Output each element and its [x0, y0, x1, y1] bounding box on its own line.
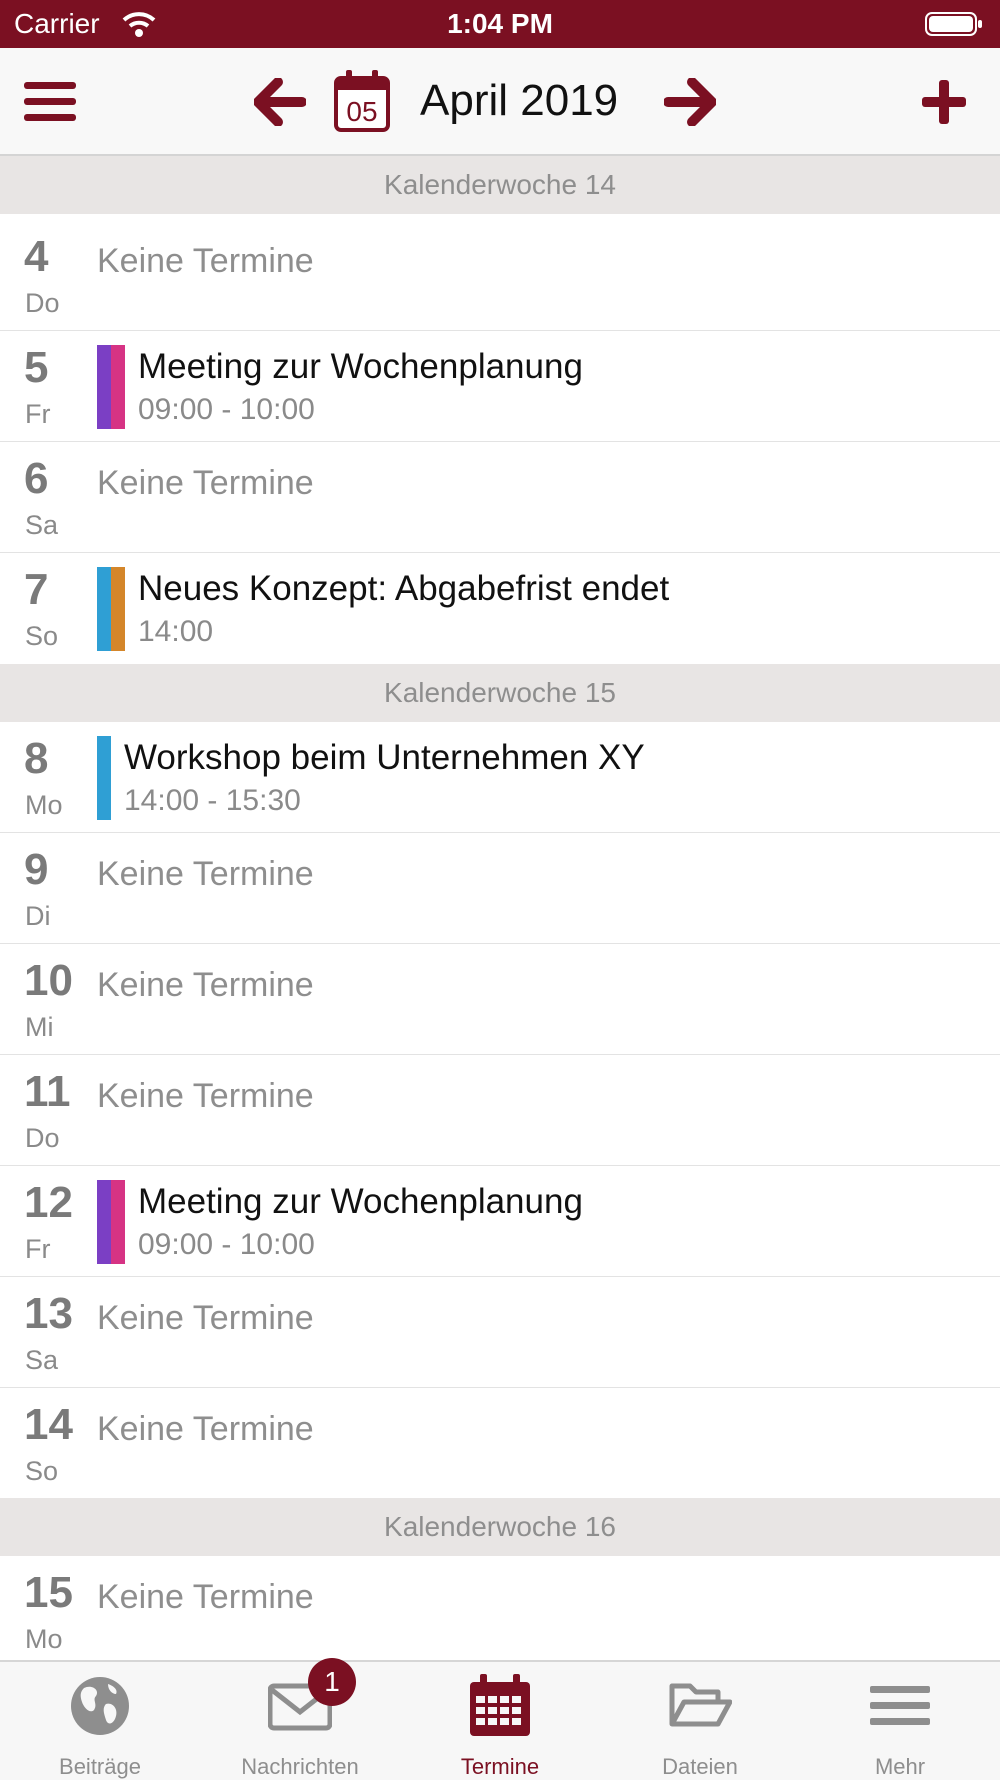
calendar-day-number: 05	[346, 96, 378, 127]
hamburger-menu-icon[interactable]	[24, 80, 76, 124]
category-color-purple	[97, 345, 111, 429]
day-row[interactable]: 12 Fr Meeting zur Wochenplanung 09:00 - …	[0, 1166, 1000, 1277]
status-time: 1:04 PM	[447, 8, 553, 39]
day-number: 12	[24, 1178, 73, 1227]
calendar-icon	[470, 1674, 530, 1736]
event-category-bars	[97, 567, 125, 651]
event-category-bars	[97, 1180, 125, 1264]
event-time: 09:00 - 10:00	[138, 393, 315, 426]
tab-bar: Beiträge 1 Nachrichten Termine Dateien M…	[0, 1658, 1000, 1780]
day-weekday: Fr	[25, 399, 51, 429]
day-row[interactable]: 6 Sa Keine Termine	[0, 442, 1000, 553]
day-weekday: Do	[25, 288, 60, 318]
event-time: 14:00 - 15:30	[124, 784, 301, 817]
day-row[interactable]: 15 Mo Keine Termine	[0, 1556, 1000, 1666]
day-number: 6	[24, 454, 49, 503]
day-number: 11	[24, 1067, 71, 1116]
tab-termine[interactable]: Termine	[400, 1662, 600, 1780]
menu-icon	[870, 1686, 930, 1725]
day-number: 15	[24, 1568, 73, 1617]
day-weekday: Do	[25, 1123, 60, 1153]
status-bar: Carrier 1:04 PM	[0, 0, 1000, 48]
day-weekday: Sa	[25, 510, 59, 540]
today-calendar-button[interactable]: 05	[334, 70, 390, 132]
folder-icon	[669, 1683, 732, 1727]
tab-label: Dateien	[662, 1754, 738, 1779]
day-row[interactable]: 8 Mo Workshop beim Unternehmen XY 14:00 …	[0, 722, 1000, 833]
event-title[interactable]: Workshop beim Unternehmen XY	[124, 738, 645, 778]
day-row[interactable]: 10 Mi Keine Termine	[0, 944, 1000, 1055]
week-header: Kalenderwoche 16	[0, 1498, 1000, 1556]
day-number: 9	[24, 845, 49, 894]
no-events-label: Keine Termine	[97, 1578, 314, 1616]
globe-icon	[71, 1677, 129, 1735]
day-row[interactable]: 14 So Keine Termine	[0, 1388, 1000, 1498]
no-events-label: Keine Termine	[97, 966, 314, 1004]
tab-label: Nachrichten	[241, 1754, 359, 1779]
next-month-arrow-icon[interactable]	[664, 78, 716, 126]
tab-label: Termine	[460, 1754, 540, 1779]
day-weekday: So	[25, 1456, 59, 1486]
day-number: 4	[24, 232, 49, 281]
day-number: 10	[24, 956, 73, 1005]
previous-month-arrow-icon[interactable]	[254, 78, 306, 126]
category-color-pink	[111, 345, 125, 429]
battery-icon	[925, 12, 982, 36]
week-header: Kalenderwoche 14	[0, 156, 1000, 214]
tab-label: Mehr	[874, 1754, 926, 1779]
week-header: Kalenderwoche 15	[0, 664, 1000, 722]
add-event-plus-icon[interactable]	[920, 78, 968, 126]
day-weekday: Sa	[25, 1345, 59, 1375]
category-color-orange	[111, 567, 125, 651]
tab-beitraege[interactable]: Beiträge	[0, 1662, 200, 1780]
category-color-purple	[97, 1180, 111, 1264]
unread-badge: 1	[308, 1658, 356, 1706]
day-weekday: Mo	[25, 1624, 63, 1654]
tab-mehr[interactable]: Mehr	[800, 1662, 1000, 1780]
event-title[interactable]: Meeting zur Wochenplanung	[138, 1182, 583, 1222]
category-color-pink	[111, 1180, 125, 1264]
day-row[interactable]: 9 Di Keine Termine	[0, 833, 1000, 944]
day-weekday: Mi	[25, 1012, 54, 1042]
event-category-bars	[97, 345, 125, 429]
event-time: 14:00	[138, 615, 214, 648]
navigation-bar: 05 April 2019	[0, 48, 1000, 156]
day-number: 14	[24, 1400, 73, 1449]
no-events-label: Keine Termine	[97, 242, 314, 280]
day-row[interactable]: 5 Fr Meeting zur Wochenplanung 09:00 - 1…	[0, 331, 1000, 442]
day-number: 7	[24, 565, 49, 614]
day-number: 5	[24, 343, 49, 392]
day-number: 13	[24, 1289, 73, 1338]
category-color-blue	[97, 567, 111, 651]
event-title[interactable]: Neues Konzept: Abgabefrist endet	[138, 569, 669, 609]
no-events-label: Keine Termine	[97, 1410, 314, 1448]
day-weekday: Fr	[25, 1234, 51, 1264]
day-row[interactable]: 13 Sa Keine Termine	[0, 1277, 1000, 1388]
no-events-label: Keine Termine	[97, 1077, 314, 1115]
event-time: 09:00 - 10:00	[138, 1228, 315, 1261]
tab-nachrichten[interactable]: 1 Nachrichten	[200, 1658, 400, 1780]
category-color-blue	[97, 736, 111, 820]
day-row[interactable]: 7 So Neues Konzept: Abgabefrist endet 14…	[0, 553, 1000, 663]
day-row[interactable]: 11 Do Keine Termine	[0, 1055, 1000, 1166]
event-title[interactable]: Meeting zur Wochenplanung	[138, 347, 583, 387]
tab-dateien[interactable]: Dateien	[600, 1662, 800, 1780]
day-weekday: Di	[25, 901, 51, 931]
month-title: April 2019	[420, 76, 619, 125]
event-category-bars	[97, 736, 111, 820]
day-weekday: Mo	[25, 790, 63, 820]
no-events-label: Keine Termine	[97, 464, 314, 502]
day-weekday: So	[25, 621, 59, 651]
day-row[interactable]: 4 Do Keine Termine	[0, 220, 1000, 331]
no-events-label: Keine Termine	[97, 1299, 314, 1337]
day-number: 8	[24, 734, 49, 783]
no-events-label: Keine Termine	[97, 855, 314, 893]
tab-label: Beiträge	[59, 1754, 141, 1779]
